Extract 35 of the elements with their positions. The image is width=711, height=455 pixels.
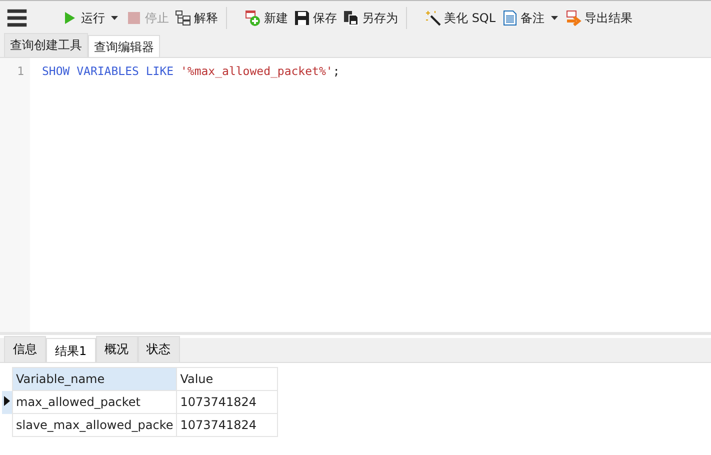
result-tab[interactable]: 状态 [138, 336, 180, 362]
line-number: 1 [16, 63, 25, 78]
editor-tab[interactable]: 查询创建工具 [4, 33, 88, 57]
toolbar-button[interactable]: 导出结果 [564, 8, 635, 28]
result-tab[interactable]: 结果1 [46, 338, 96, 362]
column-header[interactable]: Variable_name [12, 368, 177, 390]
magic-wand-icon [425, 10, 441, 26]
toolbar-button[interactable]: 解释 [173, 8, 220, 28]
menu-icon[interactable] [6, 7, 28, 29]
table-cell: 1073741824 [176, 414, 278, 436]
row-pointer-icon [4, 396, 10, 406]
caret-icon[interactable] [111, 16, 118, 20]
sql-code-line: SHOW VARIABLES LIKE '%max_allowed_packet%'; [41, 63, 340, 78]
save-as-icon [343, 10, 359, 26]
toolbar-button[interactable]: 新建 [243, 8, 290, 28]
toolbar-button[interactable]: 保存 [292, 8, 339, 28]
toolbar-button[interactable]: 美化 SQL [423, 8, 498, 28]
table-cell: 1073741824 [176, 390, 278, 414]
export-icon [566, 10, 582, 26]
save-icon [294, 10, 310, 26]
diagram-icon [175, 10, 191, 26]
table-cell: slave_max_allowed_packe [12, 414, 177, 436]
stop-icon [126, 10, 142, 26]
toolbar-button[interactable]: 备注 [500, 8, 547, 28]
document-icon [502, 10, 518, 26]
result-tab[interactable]: 信息 [4, 336, 46, 362]
column-header[interactable]: Value [176, 368, 278, 390]
new-file-icon [245, 10, 261, 26]
row-marker[interactable] [2, 390, 12, 414]
caret-icon[interactable] [550, 16, 558, 20]
editor-tab[interactable]: 查询编辑器 [88, 35, 160, 57]
result-tab[interactable]: 概况 [96, 336, 138, 362]
table-cell: max_allowed_packet [12, 390, 177, 414]
toolbar-button[interactable]: 运行 [60, 8, 107, 28]
toolbar-button[interactable]: 另存为 [341, 8, 400, 28]
